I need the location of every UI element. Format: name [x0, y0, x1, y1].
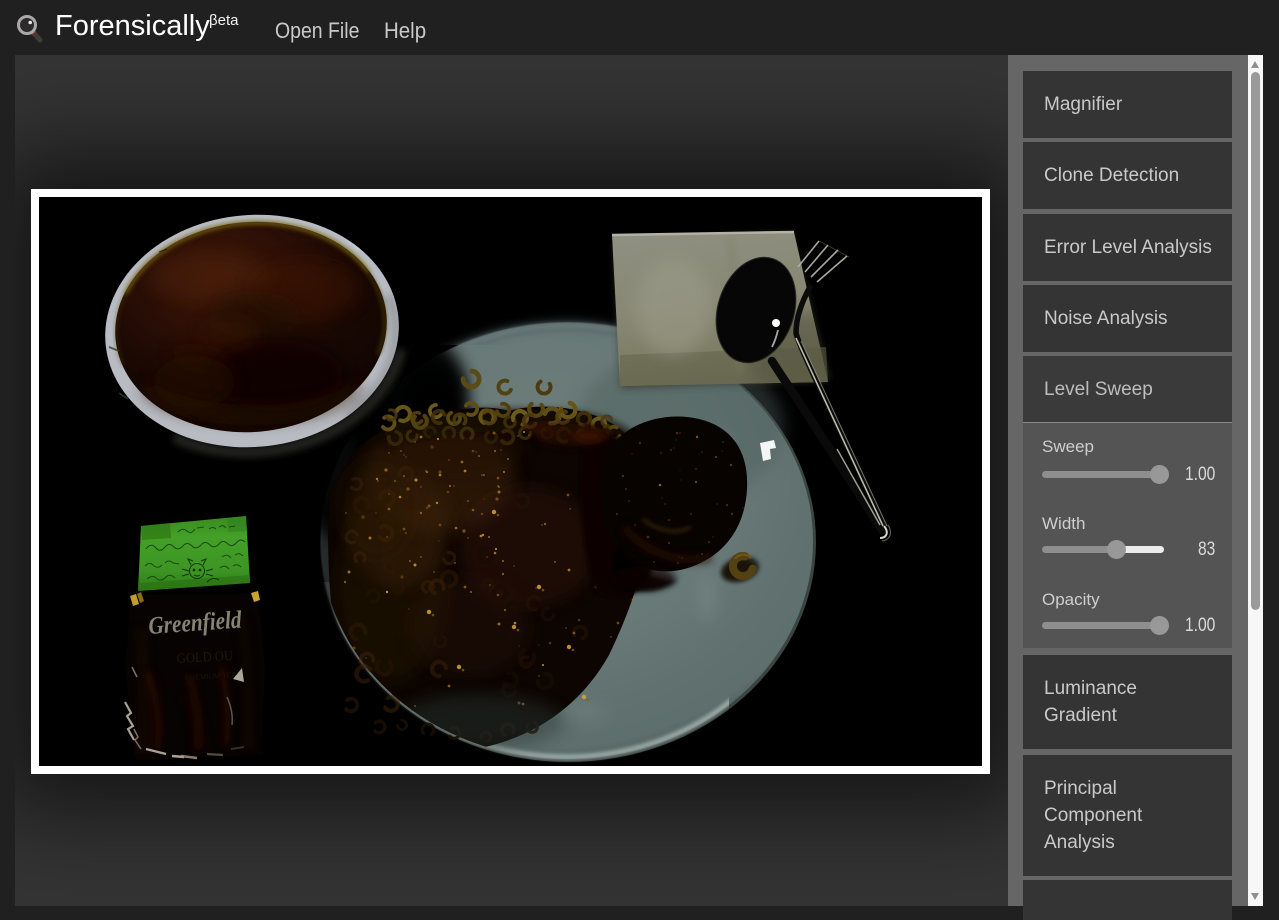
svg-text:GOLD OU: GOLD OU	[176, 647, 233, 666]
